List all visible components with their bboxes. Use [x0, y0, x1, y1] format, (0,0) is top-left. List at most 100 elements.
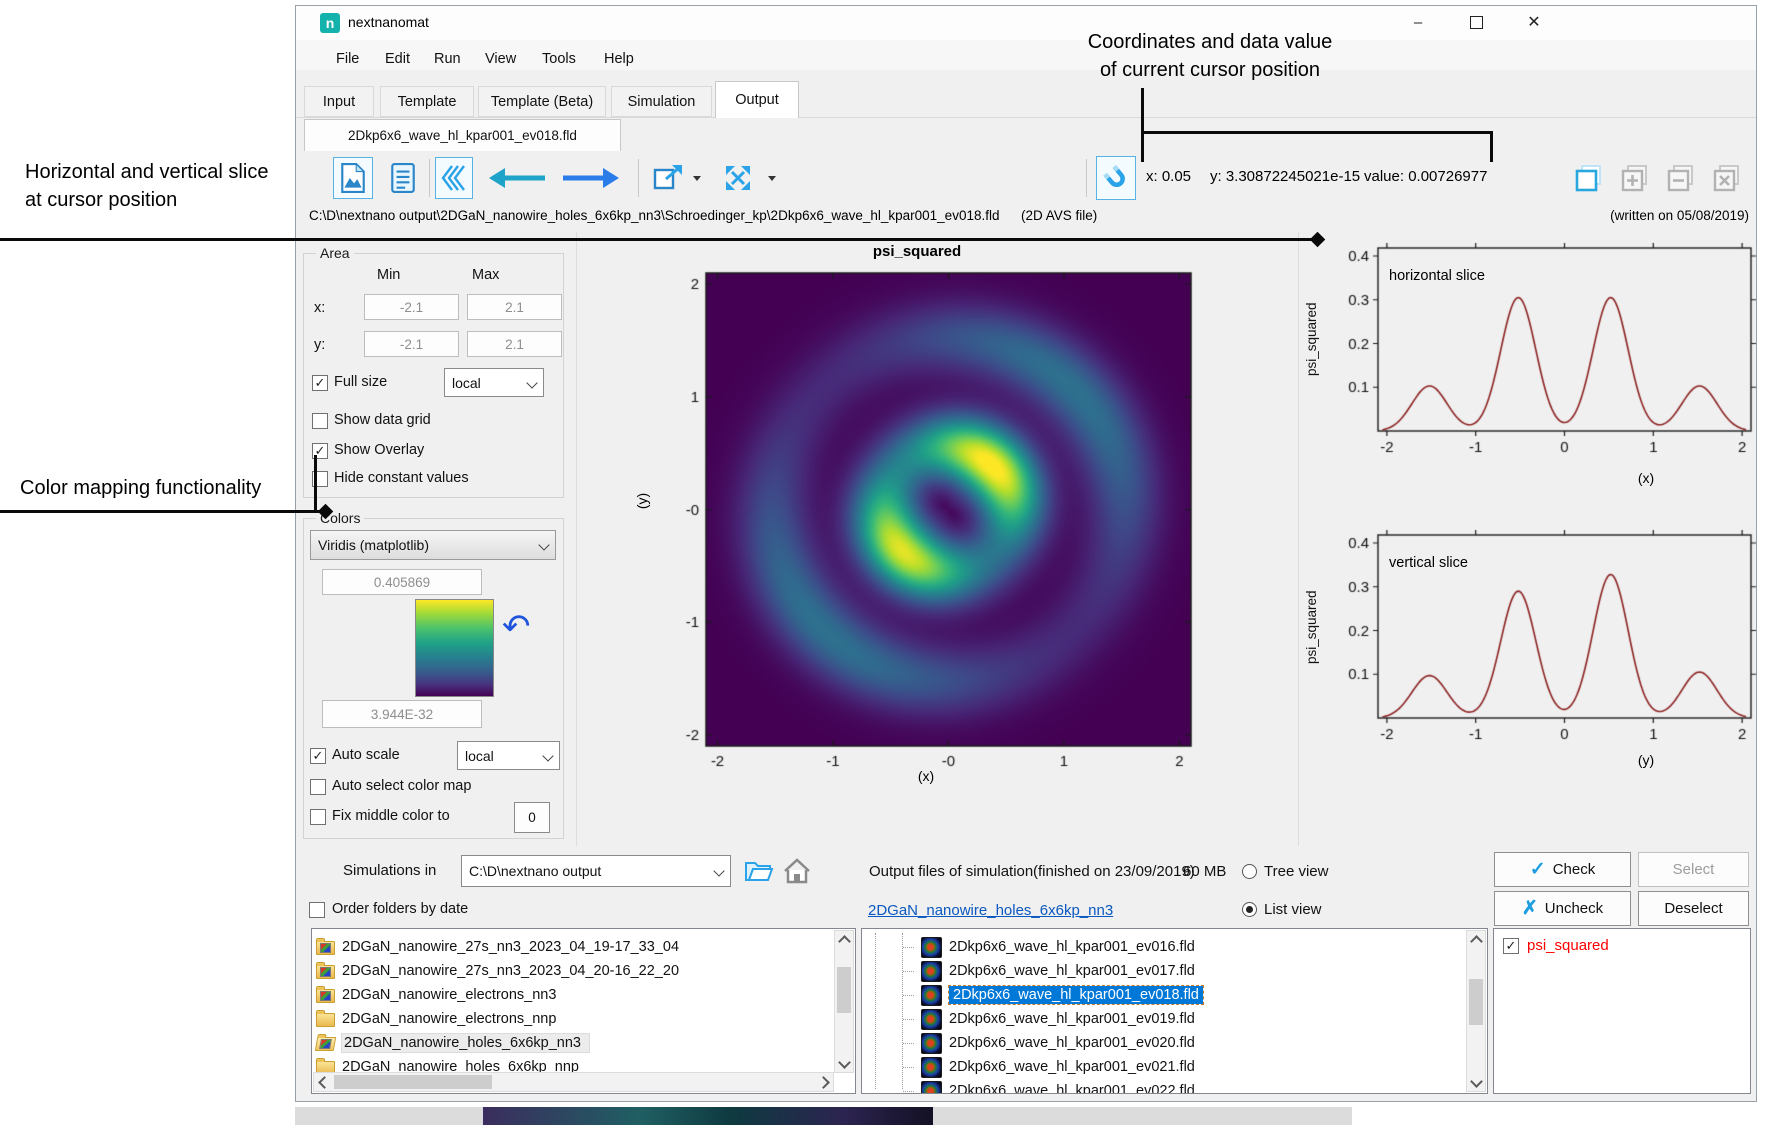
- auto-scale-mode-select[interactable]: local: [457, 741, 560, 770]
- folder-row[interactable]: 2DGaN_nanowire_electrons_nnp: [316, 1007, 556, 1031]
- component-list[interactable]: psi_squared: [1493, 928, 1751, 1094]
- written-on-label: (written on 05/08/2019): [1551, 208, 1749, 223]
- export-dropdown-caret[interactable]: [693, 176, 701, 181]
- reverse-colormap-icon[interactable]: ↷: [502, 607, 531, 647]
- folder-list-vscrollbar[interactable]: [834, 930, 854, 1073]
- cursor-data-value: value: 0.00726977: [1364, 168, 1487, 185]
- back-button[interactable]: [482, 164, 550, 192]
- scrollbar-thumb[interactable]: [1469, 979, 1483, 1025]
- file-row[interactable]: 2Dkp6x6_wave_hl_kpar001_ev021.fld: [903, 1055, 1195, 1079]
- folder-list[interactable]: 2DGaN_nanowire_27s_nn3_2023_04_19-17_33_…: [311, 928, 856, 1094]
- menu-file[interactable]: File: [336, 46, 359, 72]
- horizontal-slice-plot[interactable]: [1301, 234, 1765, 499]
- close-view-button[interactable]: [1708, 158, 1746, 198]
- menu-tools[interactable]: Tools: [542, 46, 576, 72]
- tab-template[interactable]: Template: [380, 86, 474, 117]
- area-group: Area Min Max x: -2.1 2.1 y: -2.1 2.1 Ful…: [303, 253, 564, 498]
- full-size-mode-select[interactable]: local: [444, 368, 544, 397]
- scroll-down-button[interactable]: [835, 1054, 853, 1070]
- tab-input[interactable]: Input: [304, 86, 374, 117]
- nextnanomat-window: n nextnanomat – ✕ File Edit Run View Too…: [295, 5, 1757, 1102]
- report-view-button[interactable]: [388, 159, 418, 197]
- auto-scale-checkbox[interactable]: [310, 748, 326, 764]
- file-row[interactable]: 2Dkp6x6_wave_hl_kpar001_ev022.fld: [903, 1079, 1195, 1094]
- folder-row[interactable]: 2DGaN_nanowire_27s_nn3_2023_04_20-16_22_…: [316, 959, 679, 983]
- left-splitter[interactable]: [576, 232, 577, 846]
- forward-button[interactable]: [558, 164, 626, 192]
- show-data-grid-checkbox[interactable]: [312, 413, 328, 429]
- simulation-dir-select[interactable]: C:\D\nextnano output: [461, 855, 731, 887]
- file-row[interactable]: 2Dkp6x6_wave_hl_kpar001_ev017.fld: [903, 959, 1195, 983]
- color-min-field[interactable]: 3.944E-32: [322, 700, 482, 728]
- menu-view[interactable]: View: [485, 46, 516, 72]
- scroll-up-button[interactable]: [1467, 933, 1485, 949]
- component-checkbox[interactable]: [1503, 938, 1519, 954]
- scrollbar-thumb[interactable]: [334, 1075, 492, 1089]
- remove-view-button[interactable]: [1662, 158, 1700, 198]
- tab-template-beta[interactable]: Template (Beta): [478, 86, 606, 117]
- fullscreen-dropdown-caret[interactable]: [768, 176, 776, 181]
- scroll-right-button[interactable]: [815, 1073, 831, 1091]
- document-icon: [391, 163, 415, 193]
- fix-middle-color-value[interactable]: 0: [514, 802, 550, 833]
- menu-run[interactable]: Run: [434, 46, 461, 72]
- scroll-up-button[interactable]: [835, 933, 853, 949]
- open-folder-icon: [744, 858, 774, 884]
- home-button[interactable]: [782, 856, 812, 886]
- auto-select-colormap-checkbox[interactable]: [310, 779, 326, 795]
- fullscreen-button[interactable]: [716, 158, 760, 198]
- vertical-slice-plot[interactable]: [1301, 521, 1765, 786]
- simulation-folder-link[interactable]: 2DGaN_nanowire_holes_6x6kp_nn3: [868, 902, 1113, 919]
- title-bar[interactable]: n nextnanomat – ✕: [296, 6, 1756, 40]
- color-max-field[interactable]: 0.405869: [322, 569, 482, 595]
- add-view-button[interactable]: [1616, 158, 1654, 198]
- scroll-left-button[interactable]: [316, 1073, 332, 1091]
- x-min-field[interactable]: -2.1: [364, 294, 459, 320]
- file-row-selected[interactable]: 2Dkp6x6_wave_hl_kpar001_ev018.fld: [903, 983, 1203, 1007]
- folder-list-hscrollbar[interactable]: [313, 1072, 834, 1092]
- y-max-field[interactable]: 2.1: [467, 331, 562, 357]
- file-list-vscrollbar[interactable]: [1466, 930, 1486, 1092]
- y-min-field[interactable]: -2.1: [364, 331, 459, 357]
- export-button[interactable]: [648, 158, 690, 198]
- heatmap-plot[interactable]: [656, 241, 1211, 801]
- list-view-label: List view: [1264, 901, 1322, 918]
- new-view-button[interactable]: [1570, 158, 1608, 198]
- tab-simulation[interactable]: Simulation: [611, 86, 712, 117]
- output-file-list[interactable]: 2Dkp6x6_wave_hl_kpar001_ev016.fld 2Dkp6x…: [861, 928, 1488, 1094]
- file-tab[interactable]: 2Dkp6x6_wave_hl_kpar001_ev018.fld: [304, 119, 621, 151]
- uncheck-button[interactable]: ✗Uncheck: [1494, 891, 1631, 926]
- folder-row[interactable]: 2DGaN_nanowire_electrons_nn3: [316, 983, 556, 1007]
- maximize-button[interactable]: [1452, 6, 1500, 38]
- colormap-select[interactable]: Viridis (matplotlib): [310, 530, 556, 560]
- check-button[interactable]: ✓Check: [1494, 852, 1631, 887]
- scrollbar-thumb[interactable]: [837, 967, 851, 1013]
- folder-row-selected[interactable]: 2DGaN_nanowire_holes_6x6kp_nn3: [316, 1031, 589, 1055]
- folder-row[interactable]: 2DGaN_nanowire_27s_nn3_2023_04_19-17_33_…: [316, 935, 679, 959]
- annotation-slices: Horizontal and vertical slice at cursor …: [25, 158, 268, 214]
- select-button[interactable]: Select: [1638, 852, 1749, 887]
- image-icon: [340, 163, 366, 193]
- deselect-button[interactable]: Deselect: [1638, 891, 1749, 926]
- order-folders-checkbox[interactable]: [309, 902, 325, 918]
- file-row[interactable]: 2Dkp6x6_wave_hl_kpar001_ev020.fld: [903, 1031, 1195, 1055]
- menu-help[interactable]: Help: [604, 46, 634, 72]
- slices-toggle-button[interactable]: [435, 157, 473, 199]
- list-view-radio[interactable]: [1242, 902, 1257, 917]
- right-splitter[interactable]: [1298, 232, 1299, 846]
- fix-middle-color-checkbox[interactable]: [310, 809, 326, 825]
- tab-output[interactable]: Output: [715, 81, 799, 118]
- browse-folder-button[interactable]: [742, 856, 776, 886]
- file-row[interactable]: 2Dkp6x6_wave_hl_kpar001_ev016.fld: [903, 935, 1195, 959]
- menu-edit[interactable]: Edit: [385, 46, 410, 72]
- tree-view-radio[interactable]: [1242, 864, 1257, 879]
- annotation-connector: [1490, 131, 1493, 162]
- full-size-checkbox[interactable]: [312, 375, 328, 391]
- close-button[interactable]: ✕: [1510, 6, 1558, 38]
- scroll-down-button[interactable]: [1467, 1073, 1485, 1089]
- image-view-button[interactable]: [333, 157, 373, 199]
- x-max-field[interactable]: 2.1: [467, 294, 562, 320]
- snap-cursor-button[interactable]: [1096, 156, 1136, 200]
- file-row[interactable]: 2Dkp6x6_wave_hl_kpar001_ev019.fld: [903, 1007, 1195, 1031]
- minimize-button[interactable]: –: [1394, 6, 1442, 38]
